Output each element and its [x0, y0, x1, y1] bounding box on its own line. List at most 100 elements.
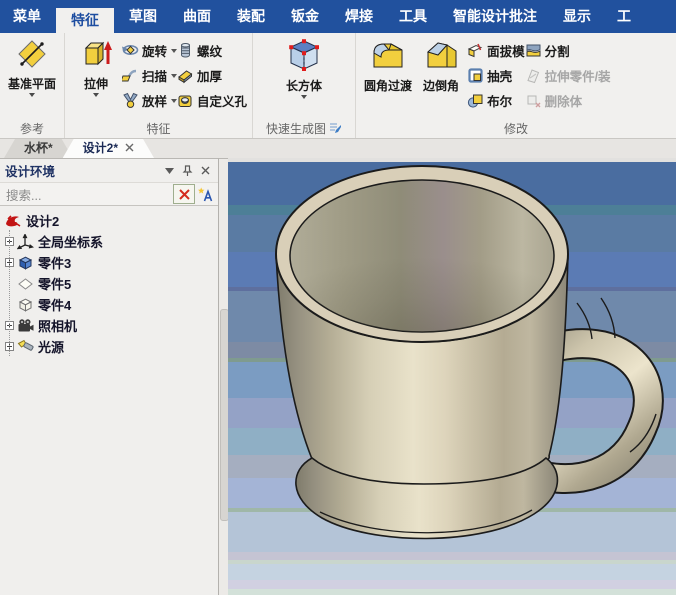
- menu-item-features[interactable]: 特征: [56, 8, 114, 33]
- menu-item-assembly[interactable]: 装配: [224, 0, 278, 33]
- datum-plane-button[interactable]: 基准平面: [5, 36, 59, 98]
- menu-item-surface[interactable]: 曲面: [170, 0, 224, 33]
- face-draft-button[interactable]: 面拔模: [467, 38, 525, 63]
- menu-item-clipped[interactable]: 工: [604, 0, 644, 33]
- document-tab-design2[interactable]: 设计2*: [63, 139, 154, 158]
- split-button[interactable]: 分割: [525, 38, 611, 63]
- cad-application-window: 菜单 特征 草图 曲面 装配 钣金 焊接 工具 智能设计批注 显示 工 基准平面…: [0, 0, 676, 595]
- search-filter-button[interactable]: [195, 185, 215, 203]
- tree-item-part5[interactable]: 零件5: [2, 273, 218, 294]
- modify-small-column-1: 面拔模 抽壳 布尔: [467, 36, 525, 113]
- group-label-modify: 修改: [504, 122, 529, 136]
- document-tab-design2-label: 设计2*: [82, 141, 119, 155]
- extrude-button[interactable]: 拉伸: [70, 36, 122, 98]
- chamfer-label: 边倒角: [423, 79, 460, 93]
- boolean-button[interactable]: 布尔: [467, 88, 525, 113]
- custom-hole-icon: [177, 92, 194, 109]
- loft-label: 放样: [142, 95, 168, 109]
- design-root-icon: [5, 213, 22, 229]
- datum-plane-label: 基准平面: [8, 77, 57, 91]
- tree-search-bar[interactable]: 搜索...: [0, 182, 218, 206]
- box-primitive-icon: [285, 37, 323, 78]
- tree-item-global-coords[interactable]: 全局坐标系: [2, 231, 218, 252]
- stretch-part-button: 拉伸零件/装: [525, 63, 611, 88]
- sketch-plane-icon: [17, 276, 34, 292]
- menu-item-sheetmetal[interactable]: 钣金: [278, 0, 332, 33]
- menu-item-welding[interactable]: 焊接: [332, 0, 386, 33]
- custom-hole-label: 自定义孔: [197, 95, 248, 109]
- panel-header: 设计环境: [0, 159, 218, 182]
- panel-title: 设计环境: [5, 165, 56, 179]
- tree-item-part3[interactable]: 零件3: [2, 252, 218, 273]
- panel-dropdown-button[interactable]: [161, 163, 177, 179]
- 3d-viewport[interactable]: [228, 158, 676, 595]
- fillet-button[interactable]: 圆角过渡: [361, 36, 415, 94]
- revolve-icon: [122, 42, 139, 59]
- panel-close-button[interactable]: [197, 163, 213, 179]
- custom-hole-button[interactable]: 自定义孔: [177, 88, 247, 113]
- menu-item-display[interactable]: 显示: [550, 0, 604, 33]
- revolve-label: 旋转: [142, 45, 168, 59]
- loft-button[interactable]: 放样: [122, 88, 178, 113]
- camera-icon: [17, 318, 34, 334]
- thread-button[interactable]: 螺纹: [177, 38, 247, 63]
- face-draft-icon: [467, 42, 484, 59]
- group-dialog-launcher-icon[interactable]: [329, 121, 342, 137]
- stretch-part-label: 拉伸零件/装: [544, 70, 611, 84]
- search-input[interactable]: 搜索...: [6, 185, 173, 204]
- fillet-icon: [368, 37, 408, 78]
- thicken-label: 加厚: [197, 70, 223, 84]
- face-draft-label: 面拔模: [487, 45, 525, 59]
- search-clear-button[interactable]: [173, 184, 195, 204]
- shell-button[interactable]: 抽壳: [467, 63, 525, 88]
- datum-plane-icon: [15, 37, 49, 76]
- thicken-button[interactable]: 加厚: [177, 63, 247, 88]
- group-label-features: 特征: [146, 122, 171, 136]
- tab-close-icon[interactable]: [125, 139, 134, 158]
- loft-icon: [122, 92, 139, 109]
- dropdown-arrow-icon: [301, 95, 308, 99]
- ribbon-toolbar: 基准平面 参考 拉伸 旋转 扫描 放样 螺纹 加厚 自定义孔 特征 长方体 快速…: [0, 33, 676, 139]
- group-label-quick-generate: 快速生成图: [266, 122, 327, 136]
- chamfer-button[interactable]: 边倒角: [415, 36, 467, 94]
- panel-pin-button[interactable]: [179, 163, 195, 179]
- revolve-button[interactable]: 旋转: [122, 38, 178, 63]
- document-tab-watercup[interactable]: 水杯*: [4, 139, 73, 158]
- sweep-button[interactable]: 扫描: [120, 63, 178, 88]
- fillet-label: 圆角过渡: [364, 79, 413, 93]
- group-label-reference: 参考: [20, 122, 45, 136]
- ribbon-group-features: 拉伸 旋转 扫描 放样 螺纹 加厚 自定义孔 特征: [65, 33, 254, 138]
- menu-item-smart-annotation[interactable]: 智能设计批注: [440, 0, 550, 33]
- tree-item-part5-label: 零件5: [38, 277, 72, 292]
- tree-guide-line: [9, 230, 10, 356]
- part-outline-icon: [17, 297, 34, 313]
- tree-item-part3-label: 零件3: [38, 256, 72, 271]
- boolean-icon: [467, 92, 484, 109]
- modify-small-column-2: 分割 拉伸零件/装 删除体: [525, 36, 611, 113]
- delete-body-button: 删除体: [525, 88, 611, 113]
- thicken-icon: [177, 67, 194, 84]
- extrude-icon: [79, 37, 113, 76]
- delete-body-label: 删除体: [544, 95, 583, 109]
- tree-item-design2-label: 设计2: [26, 214, 60, 229]
- menu-item-tools[interactable]: 工具: [386, 0, 440, 33]
- tree-item-light[interactable]: 光源: [2, 336, 218, 357]
- tree-item-camera-label: 照相机: [38, 319, 78, 334]
- ribbon-group-quick-generate: 长方体 快速生成图: [253, 33, 357, 138]
- dropdown-arrow-icon: [93, 93, 100, 97]
- menu-item-menu[interactable]: 菜单: [0, 0, 54, 33]
- split-label: 分割: [544, 45, 570, 59]
- tree-item-part4[interactable]: 零件4: [2, 294, 218, 315]
- tree-item-design2[interactable]: 设计2: [2, 210, 218, 231]
- menu-item-sketch[interactable]: 草图: [116, 0, 170, 33]
- menu-bar: 菜单 特征 草图 曲面 装配 钣金 焊接 工具 智能设计批注 显示 工: [0, 0, 676, 33]
- box-primitive-button[interactable]: 长方体: [278, 36, 330, 100]
- sweep-label: 扫描: [142, 70, 168, 84]
- thread-icon: [177, 42, 194, 59]
- chamfer-icon: [422, 37, 460, 78]
- tree-item-light-label: 光源: [38, 340, 65, 355]
- features-small-column-2: 螺纹 加厚 自定义孔: [177, 36, 247, 113]
- delete-body-icon: [525, 92, 542, 109]
- tree-item-camera[interactable]: 照相机: [2, 315, 218, 336]
- document-tab-bar: 水杯* 设计2*: [0, 139, 676, 159]
